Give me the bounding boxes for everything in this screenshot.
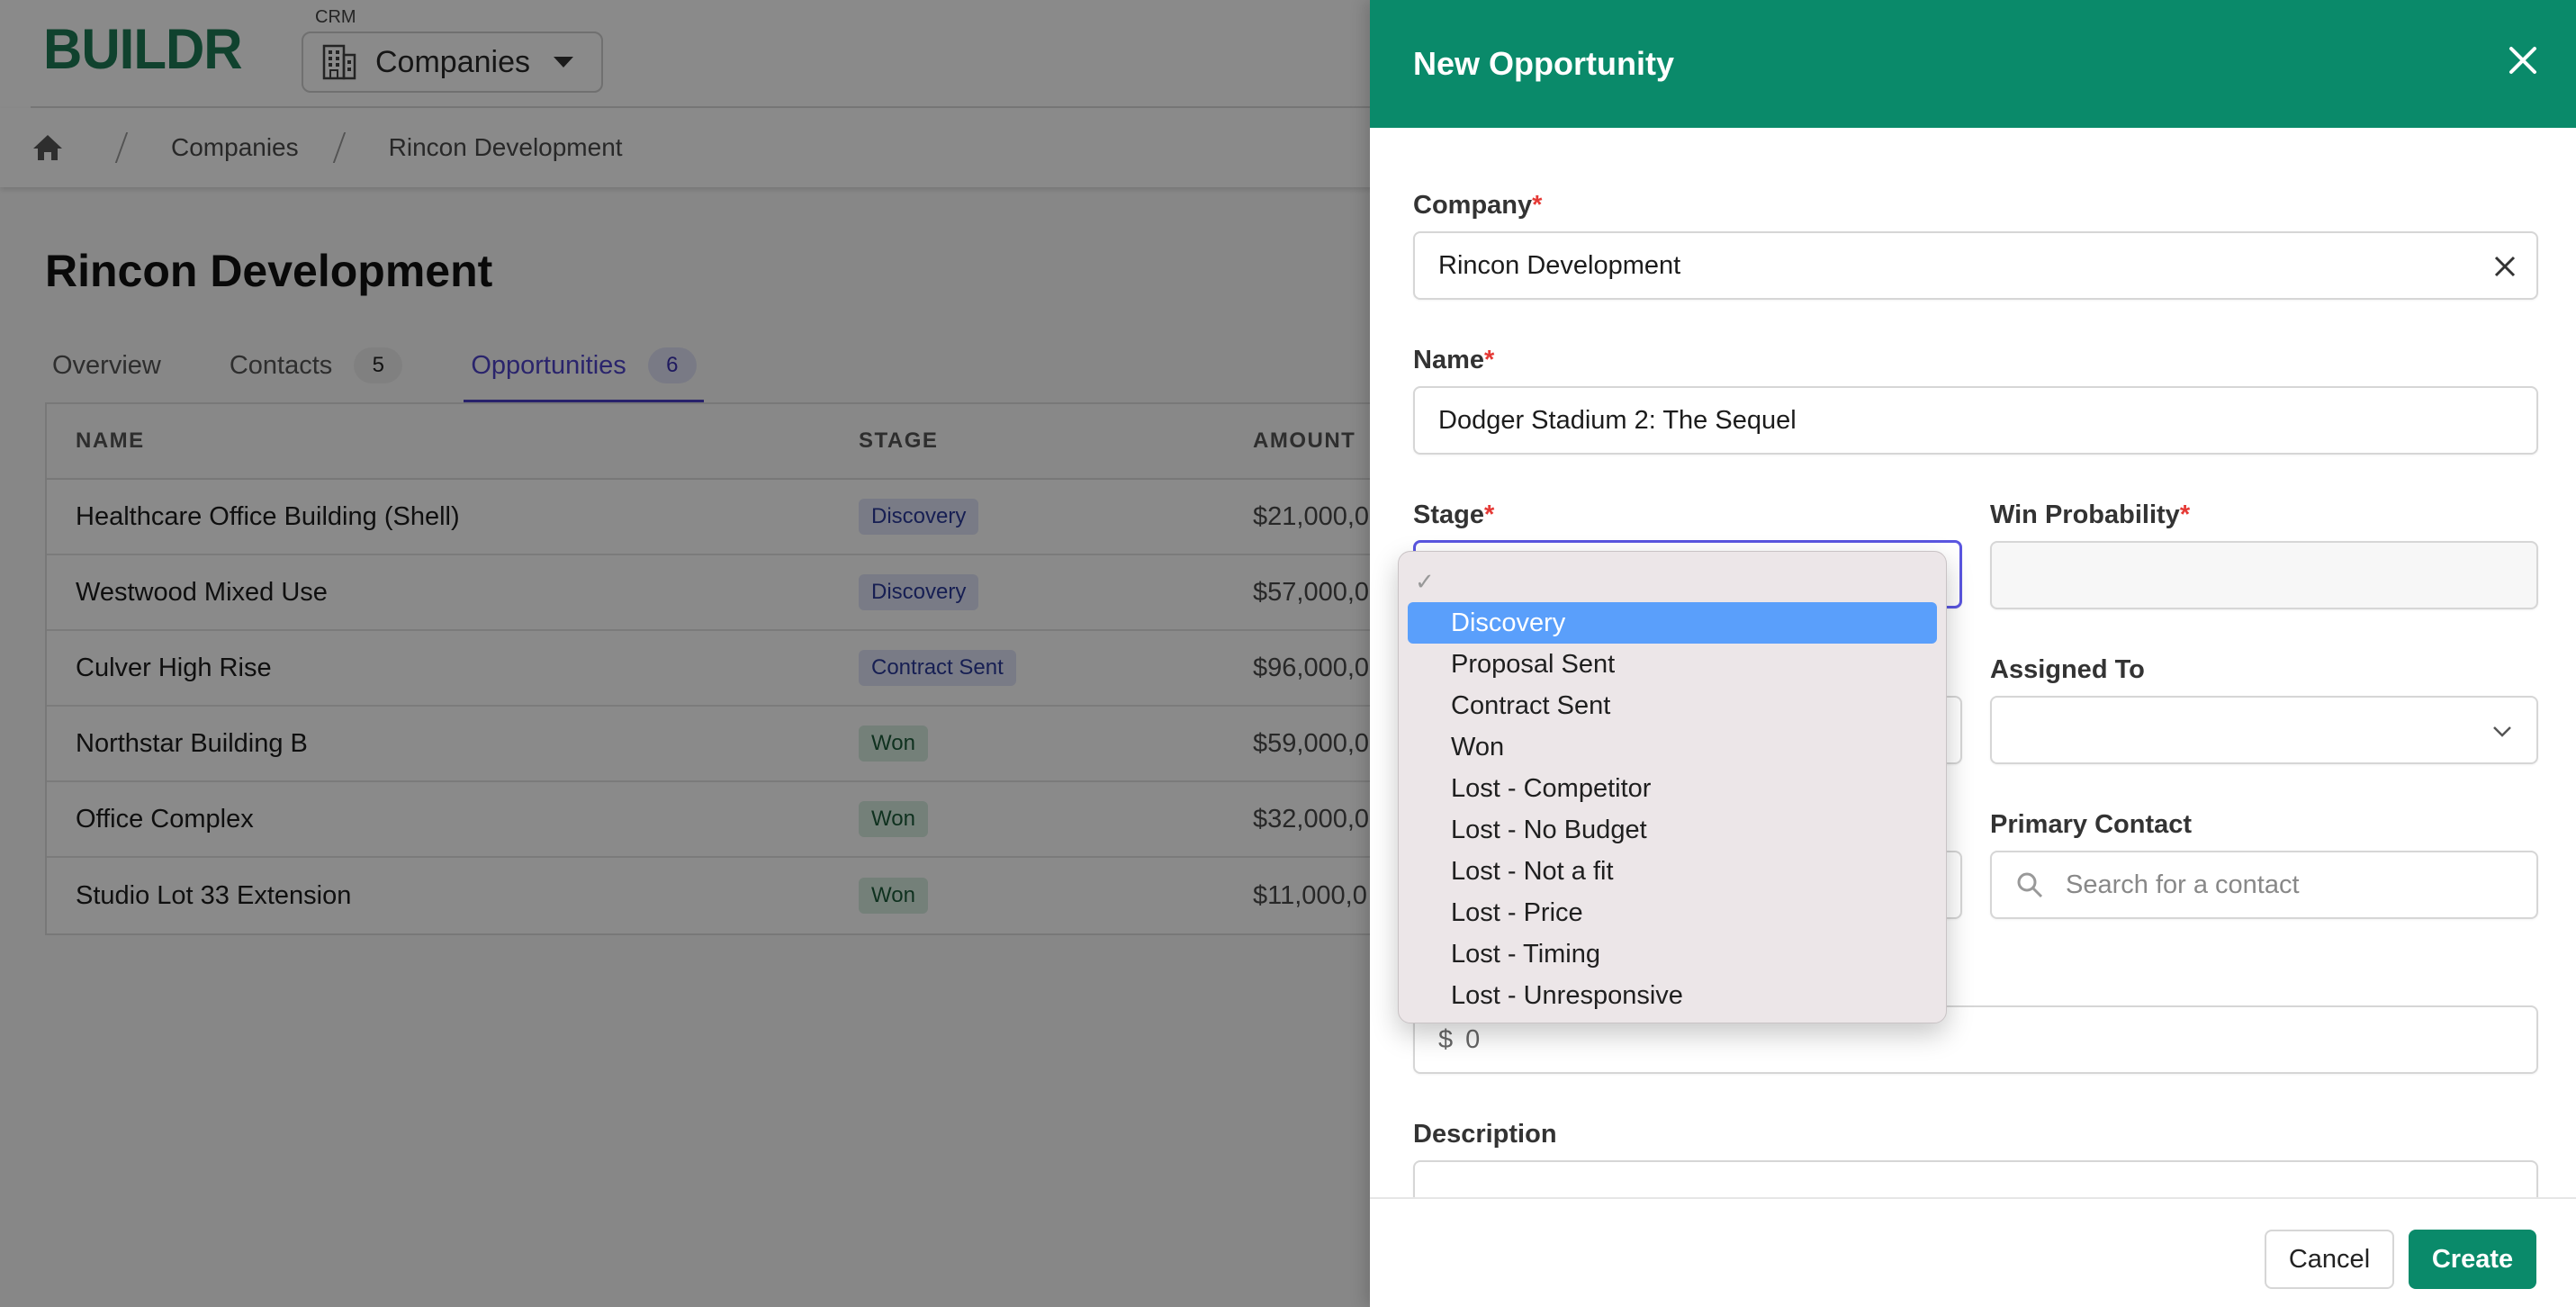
dropdown-option[interactable]: Lost - Competitor [1408, 768, 1937, 809]
dropdown-option[interactable]: Won [1408, 726, 1937, 768]
dropdown-option[interactable]: Proposal Sent [1408, 644, 1937, 685]
label-text: Win Probability [1990, 500, 2180, 529]
label-text: Company [1413, 191, 1533, 220]
dropdown-option[interactable]: Lost - Price [1408, 892, 1937, 933]
label-text: Name [1413, 346, 1484, 374]
win-probability-label: Win Probability* [1990, 500, 2190, 530]
company-value: Rincon Development [1438, 250, 1681, 280]
create-button[interactable]: Create [2409, 1230, 2536, 1289]
required-marker: * [1484, 346, 1495, 374]
assigned-to-label: Assigned To [1990, 655, 2145, 684]
dropdown-option[interactable]: Lost - Timing [1408, 933, 1937, 975]
close-icon[interactable] [2506, 43, 2540, 77]
required-marker: * [1483, 500, 1495, 529]
drawer-footer: Cancel Create [1370, 1197, 2576, 1307]
stage-label: Stage* [1413, 500, 1494, 530]
checkmark-icon: ✓ [1415, 568, 1435, 595]
name-value: Dodger Stadium 2: The Sequel [1438, 405, 1797, 435]
company-label: Company* [1413, 191, 1542, 221]
primary-contact-search[interactable]: Search for a contact [1990, 851, 2538, 919]
drawer-header: New Opportunity [1370, 0, 2576, 128]
search-placeholder: Search for a contact [2066, 870, 2300, 899]
dropdown-option[interactable]: Lost - No Budget [1408, 809, 1937, 851]
description-label: Description [1413, 1120, 1557, 1149]
drawer-title: New Opportunity [1413, 45, 1674, 82]
stage-dropdown-menu: ✓ Discovery Proposal Sent Contract Sent Won… [1398, 551, 1947, 1023]
cancel-button[interactable]: Cancel [2265, 1230, 2394, 1289]
dropdown-option-blank[interactable]: ✓ [1408, 559, 1937, 602]
required-marker: * [2179, 500, 2191, 529]
dropdown-option[interactable]: Lost - Not a fit [1408, 851, 1937, 892]
name-label: Name* [1413, 346, 1494, 375]
company-field[interactable]: Rincon Development [1413, 231, 2538, 300]
chevron-down-icon [2493, 726, 2511, 737]
required-marker: * [1532, 191, 1543, 220]
search-icon [2017, 872, 2043, 898]
currency-prefix: $ [1438, 1024, 1454, 1054]
dropdown-option[interactable]: Discovery [1408, 602, 1937, 644]
name-field[interactable]: Dodger Stadium 2: The Sequel [1413, 386, 2538, 455]
win-probability-field[interactable] [1990, 541, 2538, 609]
assigned-to-select[interactable] [1990, 696, 2538, 764]
label-text: Stage [1413, 500, 1484, 529]
amount-value: 0 [1465, 1024, 1481, 1054]
clear-icon[interactable] [2493, 255, 2517, 278]
dropdown-option[interactable]: Lost - Unresponsive [1408, 975, 1937, 1016]
dropdown-option[interactable]: Contract Sent [1408, 685, 1937, 726]
primary-contact-label: Primary Contact [1990, 810, 2193, 839]
